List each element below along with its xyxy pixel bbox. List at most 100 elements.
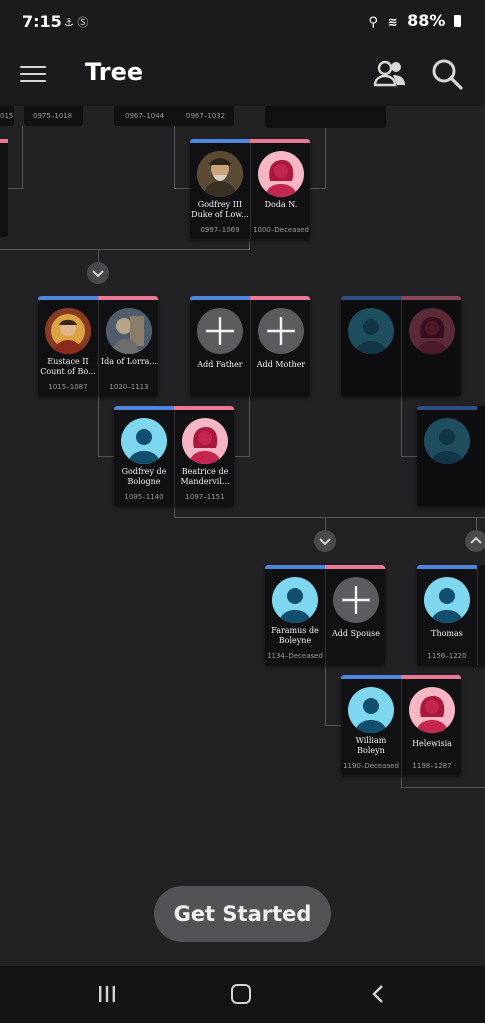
- couple-card-faramus[interactable]: Faramus de Boleyne 1134–Deceased Add Spo…: [265, 565, 385, 665]
- person-name: Doda N.: [264, 200, 298, 209]
- home-icon[interactable]: [231, 984, 251, 1004]
- couple-card-thomas[interactable]: Thomas 1156–1220: [417, 565, 485, 665]
- people-icon[interactable]: [373, 58, 407, 90]
- connector-line: [401, 396, 402, 456]
- person-name: Thomas: [431, 629, 463, 638]
- connector-line: [174, 517, 485, 518]
- connector-line: [249, 396, 250, 456]
- connector-line: [401, 456, 417, 457]
- person-godfrey-bologne[interactable]: Godfrey de Bologne 1095–1140: [114, 410, 174, 506]
- battery-icon: [454, 15, 461, 27]
- person-eustace[interactable]: Eustace II Count of Bo... 1015–1087: [38, 300, 98, 396]
- person-dimmed-female[interactable]: [402, 300, 461, 396]
- menu-icon[interactable]: [20, 66, 46, 86]
- person-name: Godfrey III Duke of Low...: [191, 200, 249, 219]
- female-avatar-icon: [182, 418, 228, 464]
- female-avatar-icon: [258, 151, 304, 197]
- add-spouse-button[interactable]: Add Spouse: [326, 569, 385, 665]
- chevron-up-icon: [470, 536, 482, 544]
- connector-line: [310, 188, 326, 189]
- person-dates: 1156–1220: [427, 652, 467, 660]
- system-nav-bar: [0, 966, 485, 1023]
- person-dates: 1020–1113: [109, 383, 149, 391]
- partial-dates: 0967–1044: [125, 112, 165, 120]
- chevron-down-icon: [319, 538, 331, 546]
- family-tree-canvas[interactable]: 015 0975–1018 0967–1044 0967–1032 Godfre…: [0, 106, 485, 966]
- partial-dates: 015: [0, 112, 14, 120]
- connector-line: [401, 787, 485, 788]
- battery-level: ⚲ ≋ 88%: [368, 11, 461, 30]
- couple-card-add-parents[interactable]: Add Father Add Mother: [190, 296, 310, 396]
- person-godfrey3[interactable]: Godfrey III Duke of Low... 0997–1069: [190, 143, 250, 239]
- person-dimmed-male[interactable]: [341, 300, 401, 396]
- connector-line: [98, 456, 114, 457]
- plus-icon: [333, 577, 379, 623]
- add-father-button[interactable]: Add Father: [190, 300, 250, 396]
- partial-card[interactable]: [0, 139, 8, 237]
- male-avatar-icon: [272, 577, 318, 623]
- back-icon[interactable]: [370, 984, 386, 1004]
- plus-icon: [197, 308, 243, 354]
- couple-card-godfrey3-doda[interactable]: Godfrey III Duke of Low... 0997–1069 Dod…: [190, 139, 310, 239]
- connector-line: [98, 249, 99, 263]
- person-dates: 1015–1087: [48, 383, 88, 391]
- recent-apps-icon[interactable]: [98, 986, 116, 1002]
- connector-line: [8, 188, 23, 189]
- connector-line: [325, 725, 341, 726]
- couple-card-dimmed[interactable]: [341, 296, 461, 396]
- couple-card-eustace-ida[interactable]: Eustace II Count of Bo... 1015–1087 Ida …: [38, 296, 158, 396]
- person-beatrice[interactable]: Beatrice de Mandervil... 1097–1151: [175, 410, 234, 506]
- person-name: Faramus de Boleyne: [271, 626, 319, 645]
- expand-toggle[interactable]: [465, 530, 485, 552]
- plus-icon: [258, 308, 304, 354]
- couple-card-dimmed-partial[interactable]: [417, 406, 485, 506]
- connector-line: [98, 396, 99, 456]
- male-avatar-icon: [424, 418, 470, 464]
- portrait-photo: [106, 308, 152, 354]
- partial-bar: [0, 139, 8, 143]
- person-name: Eustace II Count of Bo...: [40, 357, 96, 376]
- search-icon[interactable]: [430, 57, 464, 91]
- page-title: Tree: [85, 58, 144, 86]
- person-william[interactable]: William Boleyn 1190–Deceased: [341, 679, 401, 775]
- person-doda[interactable]: Doda N. 1000–Deceased: [251, 143, 310, 239]
- add-spouse-label: Add Spouse: [332, 629, 380, 638]
- add-mother-button[interactable]: Add Mother: [251, 300, 310, 396]
- connector-line: [325, 517, 326, 531]
- chevron-down-icon: [92, 270, 104, 278]
- person-dates: 1000–Deceased: [253, 226, 309, 234]
- couple-card-godfrey-beatrice[interactable]: Godfrey de Bologne 1095–1140 Beatrice de…: [114, 406, 234, 506]
- person-dimmed-male[interactable]: [417, 410, 477, 506]
- portrait-photo: [197, 151, 243, 197]
- person-name: Beatrice de Mandervil...: [180, 467, 230, 486]
- add-mother-label: Add Mother: [256, 360, 306, 369]
- connector-line: [325, 128, 326, 188]
- person-thomas[interactable]: Thomas 1156–1220: [417, 569, 477, 665]
- connector-line: [174, 188, 190, 189]
- add-father-label: Add Father: [197, 360, 243, 369]
- person-dates: 1097–1151: [185, 493, 225, 501]
- status-bar: 7:15 ⚓ Ⓢ ⚲ ≋ 88%: [0, 0, 485, 44]
- person-faramus[interactable]: Faramus de Boleyne 1134–Deceased: [265, 569, 325, 665]
- couple-card-william-helewisia[interactable]: William Boleyn 1190–Deceased Helewisia 1…: [341, 675, 461, 775]
- male-avatar-icon: [424, 577, 470, 623]
- connector-line: [235, 456, 250, 457]
- person-ida[interactable]: Ida of Lorra... 1020–1113: [99, 300, 158, 396]
- partial-card[interactable]: [265, 106, 386, 128]
- collapse-toggle[interactable]: [87, 262, 109, 284]
- location-icon: ⚲: [368, 15, 378, 30]
- connector-line: [0, 249, 250, 250]
- get-started-button[interactable]: Get Started: [154, 886, 331, 942]
- person-name: Helewisia: [412, 739, 452, 748]
- female-avatar-icon: [409, 308, 455, 354]
- connector-line: [476, 517, 477, 531]
- battery-percent: 88%: [407, 11, 446, 30]
- connector-line: [174, 126, 175, 188]
- notification-icons: ⚓ Ⓢ: [64, 16, 89, 29]
- card-divider: [477, 569, 478, 665]
- collapse-toggle[interactable]: [314, 530, 336, 552]
- person-helewisia[interactable]: Helewisia 1198–1287: [402, 679, 461, 775]
- connector-line: [22, 126, 23, 188]
- app-header: Tree: [0, 44, 485, 106]
- partial-dates: 0967–1032: [186, 112, 226, 120]
